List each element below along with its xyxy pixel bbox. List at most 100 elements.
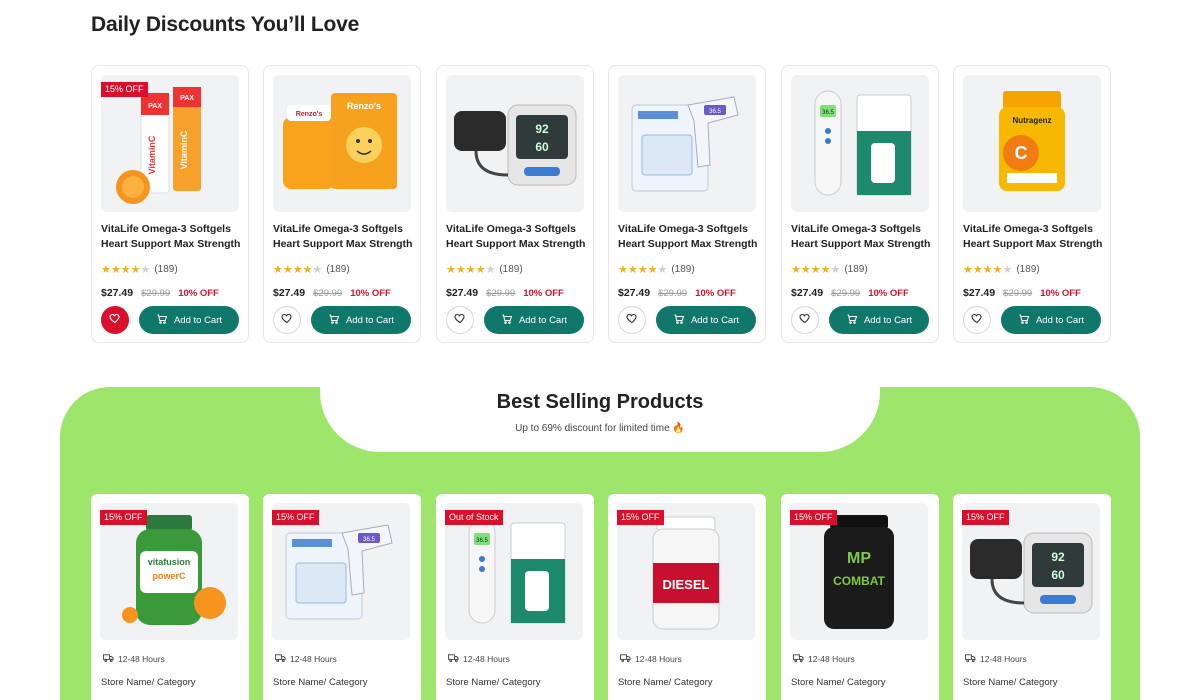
- store-category[interactable]: Store Name/ Category: [791, 677, 886, 688]
- add-to-cart-label: Add to Cart: [345, 314, 395, 326]
- wishlist-button[interactable]: [618, 306, 646, 334]
- product-card[interactable]: Nutragenz C VitaLife Omega-3 Softgels He…: [953, 65, 1111, 343]
- star-rating-icon: ★★★★★: [791, 264, 841, 276]
- wishlist-button[interactable]: [273, 306, 301, 334]
- original-price: $29.99: [313, 288, 343, 299]
- wishlist-button[interactable]: [963, 306, 991, 334]
- discount-percent: 10% OFF: [695, 288, 736, 299]
- svg-text:vitafusion: vitafusion: [148, 557, 191, 567]
- store-category[interactable]: Store Name/ Category: [446, 677, 541, 688]
- heart-icon: [109, 311, 121, 329]
- current-price: $27.49: [618, 287, 651, 299]
- truck-icon: [965, 653, 976, 665]
- add-to-cart-button[interactable]: Add to Cart: [829, 306, 929, 334]
- infrared-thermometer-image: 36.5 15% OFF: [272, 503, 410, 640]
- best-selling-card[interactable]: MP COMBAT 15% OFF 12-48 Hours Store Name/ C…: [781, 494, 939, 700]
- review-count: (189): [154, 264, 178, 275]
- best-selling-subtitle: Up to 69% discount for limited time 🔥: [515, 423, 685, 434]
- product-name[interactable]: VitaLife Omega-3 Softgels Heart Support …: [618, 222, 763, 252]
- store-category[interactable]: Store Name/ Category: [618, 677, 713, 688]
- store-category[interactable]: Store Name/ Category: [963, 677, 1058, 688]
- out-of-stock-badge: Out of Stock: [445, 510, 503, 525]
- discount-badge: 15% OFF: [617, 510, 664, 525]
- delivery-label: 12-48 Hours: [635, 654, 682, 664]
- svg-text:36.5: 36.5: [476, 538, 488, 544]
- infrared-thermometer-image: 36.5: [618, 75, 756, 212]
- add-to-cart-label: Add to Cart: [173, 314, 223, 326]
- add-to-cart-button[interactable]: Add to Cart: [1001, 306, 1101, 334]
- cart-icon: [328, 313, 340, 328]
- blood-pressure-monitor-image: 92 60: [446, 75, 584, 212]
- truck-icon: [275, 653, 286, 665]
- delivery-label: 12-48 Hours: [980, 654, 1027, 664]
- svg-text:VitaminC: VitaminC: [147, 135, 157, 174]
- product-card[interactable]: Renzo's Renzo's VitaLife Omega-3 Softgel…: [263, 65, 421, 343]
- best-selling-header-notch: [320, 376, 880, 452]
- product-card[interactable]: 36.5 VitaLife Omega-3 Softgels Heart Sup…: [781, 65, 939, 343]
- truck-icon: [103, 653, 114, 665]
- delivery-label: 12-48 Hours: [290, 654, 337, 664]
- delivery-time: 12-48 Hours: [793, 653, 855, 665]
- wishlist-button[interactable]: [446, 306, 474, 334]
- wishlist-button[interactable]: [791, 306, 819, 334]
- product-rating: ★★★★★ (189): [791, 263, 868, 276]
- best-selling-card[interactable]: vitafusion powerC 15% OFF 12-48 Hours Stor…: [91, 494, 249, 700]
- svg-text:DIESEL: DIESEL: [663, 577, 710, 592]
- product-name[interactable]: VitaLife Omega-3 Softgels Heart Support …: [446, 222, 591, 252]
- store-category[interactable]: Store Name/ Category: [273, 677, 368, 688]
- review-count: (189): [326, 264, 350, 275]
- product-rating: ★★★★★ (189): [963, 263, 1040, 276]
- cart-icon: [673, 313, 685, 328]
- star-rating-icon: ★★★★★: [618, 264, 668, 276]
- product-card[interactable]: 36.5 VitaLife Omega-3 Softgels Heart Supp…: [608, 65, 766, 343]
- svg-text:powerC: powerC: [152, 571, 186, 581]
- product-name[interactable]: VitaLife Omega-3 Softgels Heart Support …: [101, 222, 246, 252]
- add-to-cart-button[interactable]: Add to Cart: [484, 306, 584, 334]
- product-name[interactable]: VitaLife Omega-3 Softgels Heart Support …: [963, 222, 1108, 252]
- svg-text:PAX: PAX: [148, 103, 162, 110]
- original-price: $29.99: [1003, 288, 1033, 299]
- svg-text:C: C: [1015, 143, 1028, 163]
- current-price: $27.49: [963, 287, 996, 299]
- product-name[interactable]: VitaLife Omega-3 Softgels Heart Support …: [791, 222, 936, 252]
- vitamin-c-tubes-image: PAX VitaminC PAX VitaminC 15% OFF: [101, 75, 239, 212]
- bp-monitor-image: 92 60 15% OFF: [962, 503, 1100, 640]
- wishlist-button[interactable]: [101, 306, 129, 334]
- current-price: $27.49: [273, 287, 306, 299]
- best-selling-card[interactable]: DIESEL 15% OFF 12-48 Hours Store Name/ Cate…: [608, 494, 766, 700]
- delivery-time: 12-48 Hours: [620, 653, 682, 665]
- svg-text:36.5: 36.5: [363, 537, 375, 543]
- store-category[interactable]: Store Name/ Category: [101, 677, 196, 688]
- wellworks-thermometer-image: 36.5 Out of Stock: [445, 503, 583, 640]
- add-to-cart-button[interactable]: Add to Cart: [311, 306, 411, 334]
- price-row: $27.49 $29.99 10% OFF: [963, 287, 1081, 299]
- heart-icon: [281, 311, 293, 329]
- svg-text:92: 92: [535, 122, 549, 136]
- product-rating: ★★★★★ (189): [618, 263, 695, 276]
- cart-icon: [501, 313, 513, 328]
- review-count: (189): [844, 264, 868, 275]
- cart-icon: [156, 313, 168, 328]
- best-selling-card[interactable]: 36.5 Out of Stock 12-48 Hours Store Name/ …: [436, 494, 594, 700]
- cart-icon: [1018, 313, 1030, 328]
- product-card[interactable]: PAX VitaminC PAX VitaminC 15% OFF VitaLif…: [91, 65, 249, 343]
- product-card[interactable]: 92 60 VitaLife Omega-3 Softgels Heart Su…: [436, 65, 594, 343]
- delivery-label: 12-48 Hours: [808, 654, 855, 664]
- discount-percent: 10% OFF: [523, 288, 564, 299]
- current-price: $27.49: [101, 287, 134, 299]
- truck-icon: [448, 653, 459, 665]
- price-row: $27.49 $29.99 10% OFF: [446, 287, 564, 299]
- discount-percent: 10% OFF: [178, 288, 219, 299]
- original-price: $29.99: [658, 288, 688, 299]
- best-selling-card[interactable]: 92 60 15% OFF 12-48 Hours Store Name/ Cate…: [953, 494, 1111, 700]
- heart-icon: [454, 311, 466, 329]
- best-selling-card[interactable]: 36.5 15% OFF 12-48 Hours Store Name/ Catego…: [263, 494, 421, 700]
- product-name[interactable]: VitaLife Omega-3 Softgels Heart Support …: [273, 222, 418, 252]
- add-to-cart-button[interactable]: Add to Cart: [656, 306, 756, 334]
- review-count: (189): [499, 264, 523, 275]
- daily-discounts-title: Daily Discounts You’ll Love: [91, 13, 360, 36]
- svg-text:60: 60: [1051, 568, 1065, 582]
- star-rating-icon: ★★★★★: [273, 264, 323, 276]
- best-selling-title: Best Selling Products: [496, 391, 704, 413]
- add-to-cart-button[interactable]: Add to Cart: [139, 306, 239, 334]
